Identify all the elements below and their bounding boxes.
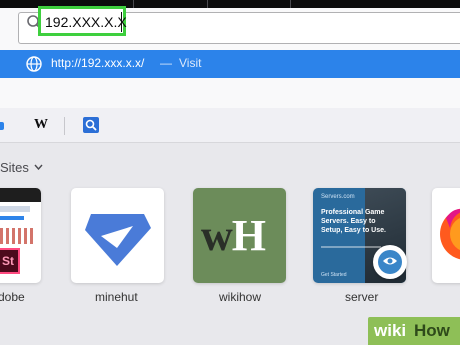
dropdown-spacer: [0, 78, 460, 108]
firefox-icon: [440, 208, 460, 260]
titlebar-divider: [290, 0, 291, 8]
tile-screenshot-icons: [0, 228, 36, 244]
wikihow-logo: wH: [201, 211, 266, 260]
adobe-app-icon: St: [0, 248, 20, 274]
tile-screenshot-button: [0, 216, 24, 220]
wikipedia-engine-button[interactable]: W: [34, 117, 48, 133]
server-site-icon: [373, 245, 407, 279]
wikihow-watermark: wiki How: [368, 317, 460, 345]
server-tile-brand: Servers.com: [321, 194, 355, 200]
top-site-tile-firefox[interactable]: [432, 188, 460, 283]
server-tile-subline: [321, 246, 381, 248]
engine-divider: [64, 117, 65, 135]
search-engine-bar: W: [0, 108, 460, 143]
suggestion-action: Visit: [179, 56, 202, 70]
titlebar-divider: [133, 0, 134, 8]
url-suggestion-row[interactable]: http://192.xxx.x.x/ — Visit: [0, 50, 460, 78]
top-site-tile-wikihow[interactable]: wH: [193, 188, 286, 283]
engine-icon-partial[interactable]: [0, 122, 4, 130]
suggestion-url: http://192.xxx.x.x/: [51, 56, 145, 70]
top-site-label: wikihow: [219, 290, 262, 304]
server-tile-footer: Get Started: [321, 272, 347, 278]
tile-screenshot-field: [0, 206, 30, 212]
url-input-text: 192.XXX.X.X: [45, 14, 127, 30]
globe-icon: [26, 56, 42, 72]
url-input[interactable]: 192.XXX.X.X: [38, 6, 127, 36]
chevron-down-icon[interactable]: [34, 164, 43, 170]
watermark-wiki: wiki: [374, 321, 407, 340]
titlebar-divider: [207, 0, 208, 8]
server-tile-headline: Professional Game Servers. Easy to Setup…: [321, 209, 386, 234]
suggestion-separator: —: [160, 56, 172, 70]
minehut-logo: [85, 214, 151, 266]
watermark-how: How: [414, 321, 450, 340]
top-site-label: minehut: [95, 290, 138, 304]
tile-screenshot-header: [0, 188, 41, 202]
server-logo-icon: [378, 250, 402, 274]
top-site-label: server: [345, 290, 379, 304]
top-site-tile-adobe[interactable]: St: [0, 188, 41, 283]
text-caret: [121, 12, 122, 32]
top-site-label: dobe: [0, 290, 25, 304]
top-site-tile-minehut[interactable]: [71, 188, 164, 283]
top-sites-heading[interactable]: Sites: [0, 160, 29, 175]
magnifier-icon[interactable]: [83, 117, 99, 133]
